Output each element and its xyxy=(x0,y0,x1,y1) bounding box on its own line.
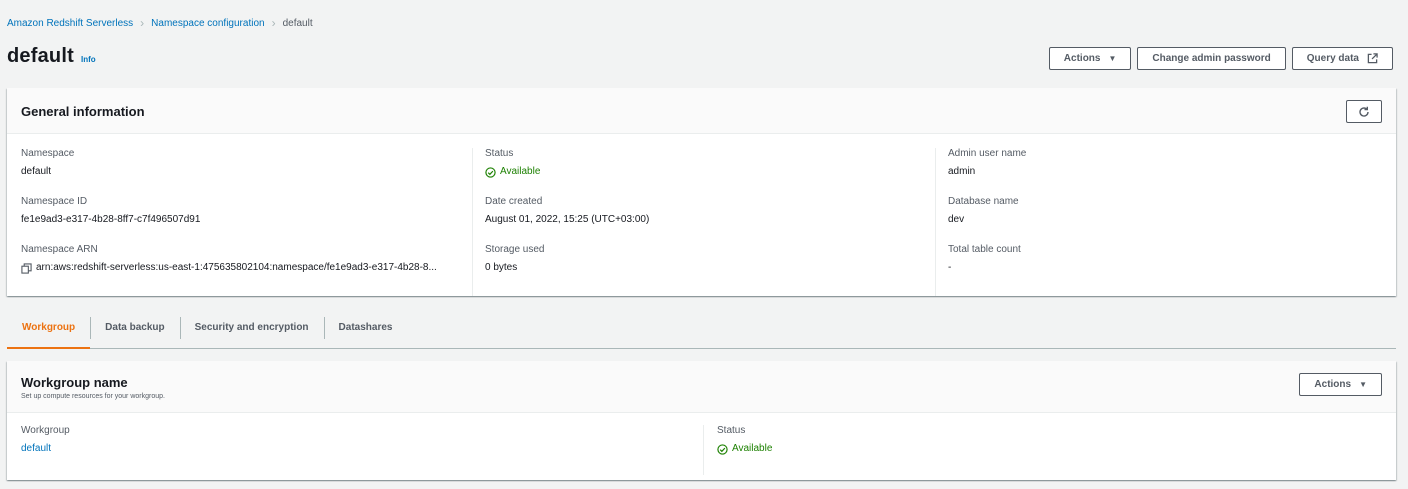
status-label: Status xyxy=(485,148,514,159)
namespace-id-value: fe1e9ad3-e317-4b28-8ff7-c7f496507d91 xyxy=(21,214,201,225)
general-information-panel: General information Namespace default Na… xyxy=(7,88,1396,296)
storage-used-label: Storage used xyxy=(485,244,545,255)
general-information-body: Namespace default Namespace ID fe1e9ad3-… xyxy=(7,134,1396,296)
database-name-value: dev xyxy=(948,214,965,225)
namespace-arn-row: arn:aws:redshift-serverless:us-east-1:47… xyxy=(21,262,472,274)
breadcrumb-namespace-configuration[interactable]: Namespace configuration xyxy=(151,18,264,29)
workgroup-header: Workgroup name Set up compute resources … xyxy=(7,361,1396,413)
page-header: default Info xyxy=(7,45,96,68)
caret-down-icon: ▼ xyxy=(1108,54,1117,63)
breadcrumb: Amazon Redshift Serverless › Namespace c… xyxy=(7,16,313,30)
workgroup-body: Workgroup default Status Available xyxy=(7,413,1396,475)
table-count-value: - xyxy=(948,262,952,273)
column-admin: Admin user name admin Database name dev … xyxy=(935,148,1396,296)
date-created-value: August 01, 2022, 15:25 (UTC+03:00) xyxy=(485,214,650,225)
breadcrumb-current: default xyxy=(282,17,313,29)
breadcrumb-redshift-serverless[interactable]: Amazon Redshift Serverless xyxy=(7,18,133,29)
date-created-label: Date created xyxy=(485,196,543,207)
tab-bar: Workgroup Data backup Security and encry… xyxy=(7,315,1396,349)
refresh-button[interactable] xyxy=(1346,100,1382,123)
admin-user-label: Admin user name xyxy=(948,148,1027,159)
namespace-value: default xyxy=(21,166,52,177)
field-storage-used: Storage used 0 bytes xyxy=(485,244,935,292)
workgroup-actions-label: Actions xyxy=(1314,379,1352,390)
chevron-right-icon: › xyxy=(140,16,145,30)
copy-icon[interactable] xyxy=(21,262,32,274)
database-name-label: Database name xyxy=(948,196,1019,207)
workgroup-actions-button[interactable]: Actions ▼ xyxy=(1299,373,1382,396)
field-table-count: Total table count - xyxy=(948,244,1396,292)
refresh-icon xyxy=(1359,106,1369,117)
field-date-created: Date created August 01, 2022, 15:25 (UTC… xyxy=(485,196,935,244)
workgroup-panel: Workgroup name Set up compute resources … xyxy=(7,361,1396,480)
external-link-icon xyxy=(1367,53,1378,64)
namespace-arn-label: Namespace ARN xyxy=(21,244,98,255)
actions-button-label: Actions xyxy=(1063,53,1101,64)
status-badge: Available xyxy=(485,166,935,178)
column-namespace: Namespace default Namespace ID fe1e9ad3-… xyxy=(7,148,472,296)
field-admin-user: Admin user name admin xyxy=(948,148,1396,196)
info-link[interactable]: Info xyxy=(81,55,96,64)
namespace-label: Namespace xyxy=(21,148,75,159)
workgroup-title: Workgroup name xyxy=(21,375,128,390)
tab-workgroup[interactable]: Workgroup xyxy=(7,315,91,349)
table-count-label: Total table count xyxy=(948,244,1021,255)
workgroup-status-label: Status xyxy=(717,425,746,436)
workgroup-link[interactable]: default xyxy=(21,443,51,455)
check-circle-icon xyxy=(717,443,728,455)
column-workgroup: Workgroup default xyxy=(7,425,703,475)
page-title: default xyxy=(7,45,74,67)
workgroup-description: Set up compute resources for your workgr… xyxy=(21,393,165,400)
caret-down-icon: ▼ xyxy=(1359,380,1367,389)
workgroup-status-badge: Available xyxy=(717,443,1396,455)
query-data-button[interactable]: Query data xyxy=(1291,47,1393,70)
field-database-name: Database name dev xyxy=(948,196,1396,244)
tab-security-and-encryption[interactable]: Security and encryption xyxy=(179,315,324,348)
field-namespace: Namespace default xyxy=(21,148,472,196)
actions-dropdown-button[interactable]: Actions ▼ xyxy=(1048,47,1132,70)
general-information-header: General information xyxy=(7,88,1396,134)
column-status: Status Available Date created August 01,… xyxy=(472,148,935,296)
general-information-title: General information xyxy=(21,104,145,119)
workgroup-status-value: Available xyxy=(732,443,773,454)
field-namespace-id: Namespace ID fe1e9ad3-e317-4b28-8ff7-c7f… xyxy=(21,196,472,244)
namespace-id-label: Namespace ID xyxy=(21,196,88,207)
admin-user-value: admin xyxy=(948,166,976,177)
chevron-right-icon: › xyxy=(271,16,276,30)
field-namespace-arn: Namespace ARN arn:aws:redshift-serverles… xyxy=(21,244,472,292)
storage-used-value: 0 bytes xyxy=(485,262,518,273)
tab-datashares[interactable]: Datashares xyxy=(323,315,408,348)
tab-data-backup[interactable]: Data backup xyxy=(90,315,179,348)
status-value: Available xyxy=(500,166,541,177)
change-admin-password-button[interactable]: Change admin password xyxy=(1137,47,1286,70)
header-actions: Actions ▼ Change admin password Query da… xyxy=(1048,47,1393,70)
query-data-label: Query data xyxy=(1306,53,1359,64)
change-password-label: Change admin password xyxy=(1152,53,1271,64)
workgroup-label: Workgroup xyxy=(21,425,70,436)
field-status: Status Available xyxy=(485,148,935,196)
column-workgroup-status: Status Available xyxy=(703,425,1396,475)
namespace-arn-value: arn:aws:redshift-serverless:us-east-1:47… xyxy=(36,262,437,273)
check-circle-icon xyxy=(485,166,496,178)
